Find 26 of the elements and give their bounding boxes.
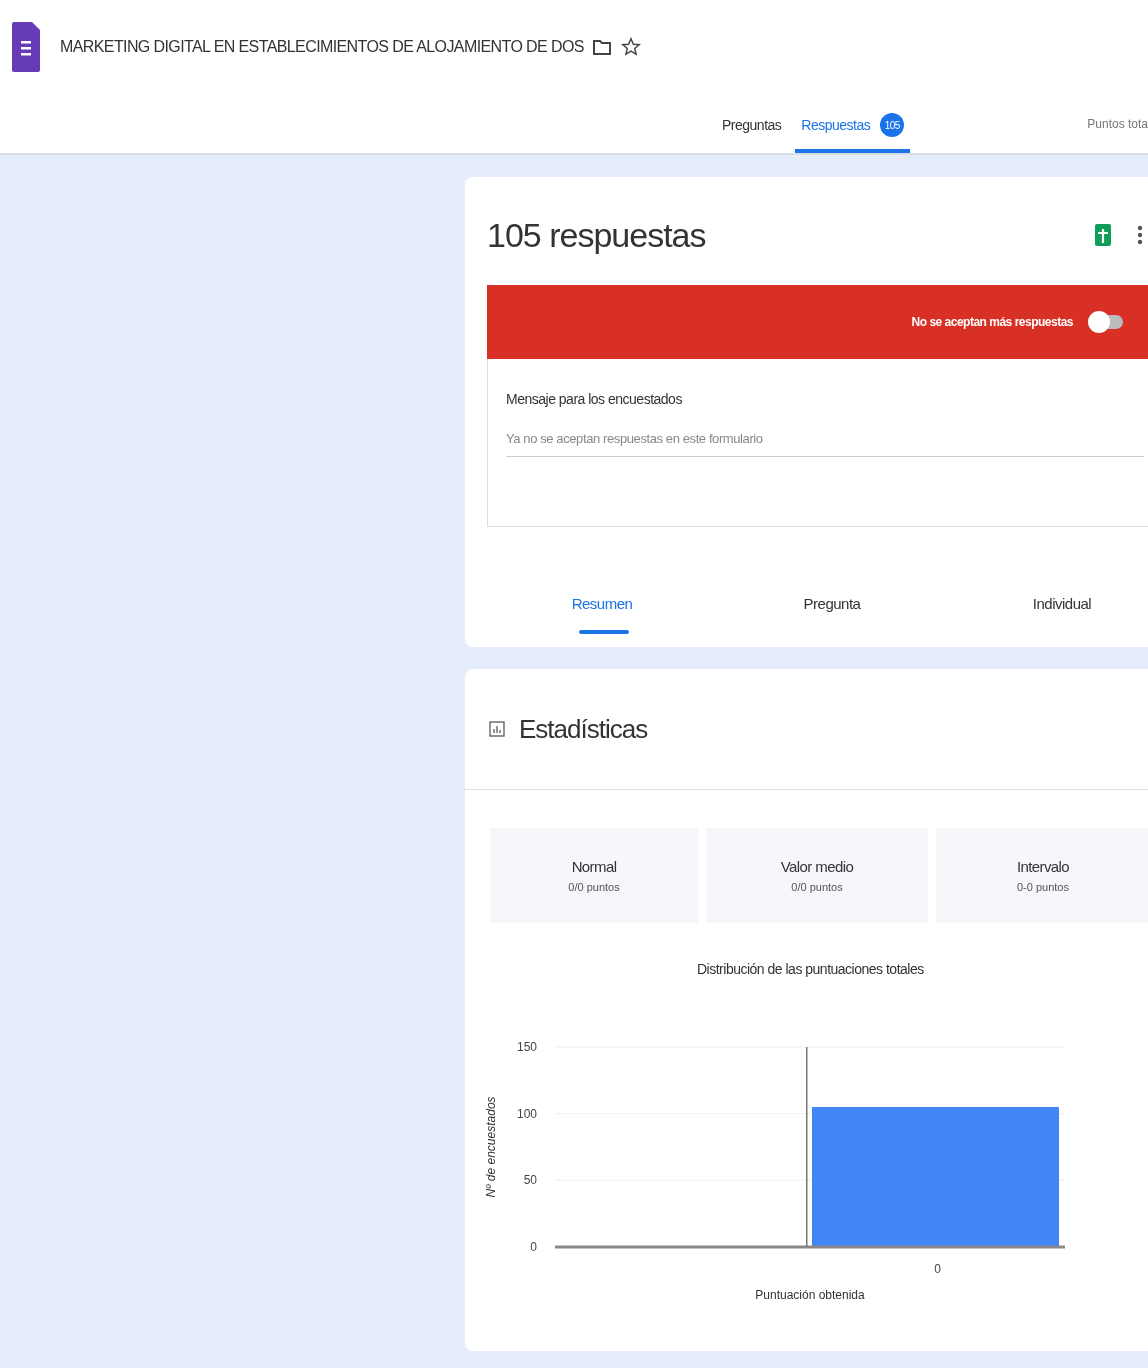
view-tab[interactable]: Resumen [487,595,717,634]
message-label: Mensaje para los encuestados [506,391,683,407]
form-title: MARKETING DIGITAL EN ESTABLECIMIENTOS DE ALOJAMIENTO DE DOS [60,38,584,56]
count-badge: 105 [880,113,905,137]
stat-label: Intervalo [1016,858,1070,875]
y-tick-label: 50 [523,1173,537,1188]
y-axis-title: Nº de encuestados [484,1096,498,1198]
y-tick-label: 100 [516,1106,537,1121]
y-tick-label: 0 [530,1240,537,1254]
responses-count: 105 respuestas [487,215,706,255]
banner-label: No se aceptan más respuestas [911,315,1073,329]
x-axis-title: Puntuación obtenida [755,1288,865,1302]
total-points-label: Puntos tota [1087,117,1148,133]
y-tick-label: 150 [516,1040,537,1054]
statistics-heading: Estadísticas [519,713,648,745]
view-tab[interactable]: Pregunta [717,595,947,634]
stat-value: 0/0 puntos [791,881,843,893]
stat-value: 0-0 puntos [1017,881,1069,893]
message-field[interactable]: Ya no se aceptan respuestas en este formulario [506,427,1144,457]
x-tick-label: 0 [934,1262,941,1276]
view-tab[interactable]: Individual [947,595,1148,634]
tab[interactable]: Preguntas [716,107,788,153]
stat-value: 0/0 puntos [568,881,620,893]
stat-label: Normal [571,858,617,875]
chart-title: Distribución de las puntuaciones totales [697,961,924,977]
stat-label: Valor medio [780,858,854,875]
